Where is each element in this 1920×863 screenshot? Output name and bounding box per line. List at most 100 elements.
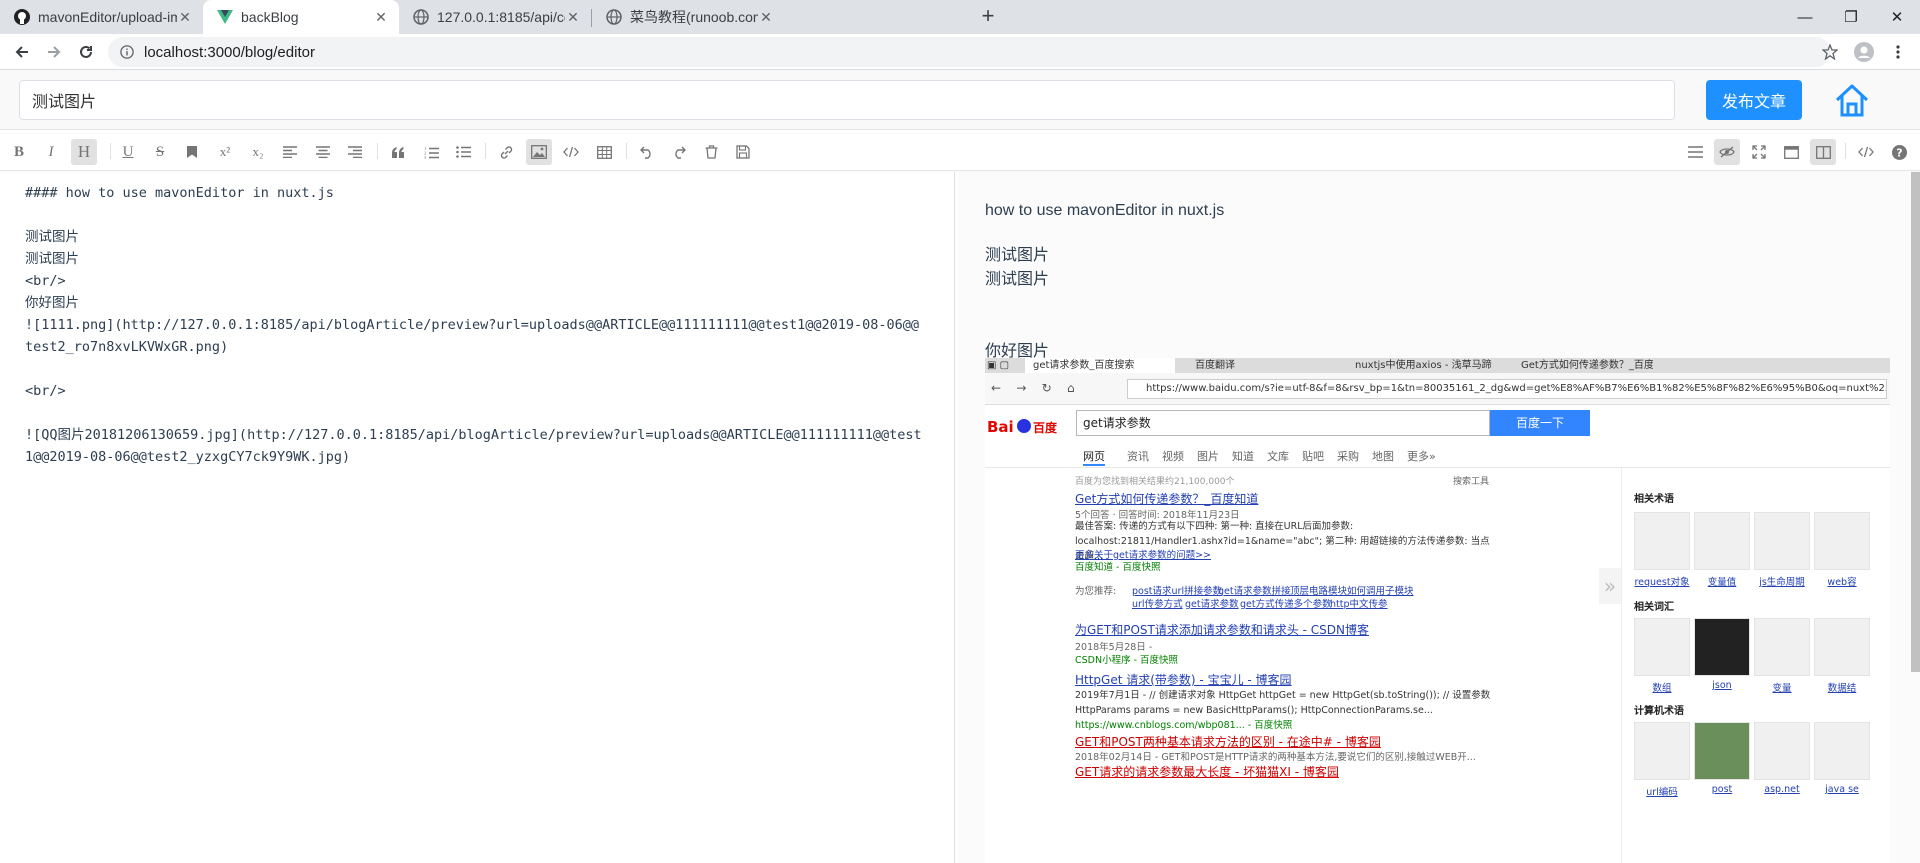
browser-tab-backblog[interactable]: backBlog ✕ xyxy=(203,0,399,34)
align-left-button[interactable] xyxy=(277,139,303,165)
publish-button[interactable]: 发布文章 xyxy=(1706,80,1802,120)
home-icon[interactable] xyxy=(1833,81,1871,119)
markdown-line[interactable]: 测试图片 xyxy=(25,248,925,270)
toolbar-divider xyxy=(485,143,486,159)
arrow-left-icon xyxy=(15,46,28,58)
superscript-button[interactable]: x² xyxy=(212,139,238,165)
markdown-line[interactable]: 测试图片 xyxy=(25,226,925,248)
arrow-right-icon xyxy=(48,46,61,58)
result-title: HttpGet 请求(带参数) - 宝宝儿 - 博客园 xyxy=(1075,673,1292,687)
close-icon[interactable]: ✕ xyxy=(373,9,389,26)
read-mode-button[interactable] xyxy=(1778,139,1804,165)
related-thumb xyxy=(1634,618,1690,676)
trash-button[interactable] xyxy=(698,139,724,165)
ordered-list-button[interactable]: 123 xyxy=(418,139,444,165)
image-url: https://www.baidu.com/s?ie=utf-8&f=8&rsv… xyxy=(1127,379,1887,399)
markdown-line[interactable]: 你好图片 xyxy=(25,292,925,314)
article-title-input[interactable] xyxy=(19,80,1675,120)
info-icon[interactable] xyxy=(120,45,134,59)
result-title: GET请求的请求参数最大长度 - 坏猫猫XI - 博客园 xyxy=(1075,765,1339,779)
minimize-button[interactable]: — xyxy=(1782,0,1828,34)
split-view-button[interactable] xyxy=(1810,139,1836,165)
markdown-line[interactable] xyxy=(25,402,925,424)
close-icon[interactable]: ✕ xyxy=(758,9,774,26)
html-code-button[interactable] xyxy=(1853,139,1879,165)
quote-button[interactable] xyxy=(385,139,411,165)
svg-text:Bai: Bai xyxy=(987,418,1014,436)
undo-button[interactable] xyxy=(634,139,660,165)
toolbar-divider xyxy=(110,143,111,159)
browser-tab-runoob[interactable]: 菜鸟教程(runoob.com) ✕ xyxy=(592,0,784,34)
fullscreen-button[interactable] xyxy=(1746,139,1772,165)
bold-button[interactable]: B xyxy=(6,139,32,165)
markdown-line[interactable] xyxy=(25,204,925,226)
close-window-button[interactable]: ✕ xyxy=(1874,0,1920,34)
preview-scrollbar[interactable] xyxy=(1911,172,1920,672)
save-button[interactable] xyxy=(730,139,756,165)
link-button[interactable] xyxy=(493,139,519,165)
result-title: Get方式如何传递参数？_百度知道 xyxy=(1075,492,1259,506)
unordered-list-icon xyxy=(455,146,471,158)
italic-button[interactable]: I xyxy=(38,139,64,165)
table-button[interactable] xyxy=(591,139,617,165)
reload-button[interactable] xyxy=(74,40,98,64)
header-button[interactable]: H xyxy=(71,139,97,165)
baidu-search-input: get请求参数 xyxy=(1076,410,1490,436)
menu-button[interactable] xyxy=(1886,40,1910,64)
reload-icon xyxy=(80,45,92,58)
markdown-line[interactable]: ![QQ图片20181206130659.jpg](http://127.0.0… xyxy=(25,424,925,468)
markdown-line[interactable]: ![1111.png](http://127.0.0.1:8185/api/bl… xyxy=(25,314,925,358)
image-button[interactable] xyxy=(526,139,552,165)
maximize-button[interactable]: ❐ xyxy=(1828,0,1874,34)
quote-icon xyxy=(392,146,404,158)
tab-title: 菜鸟教程(runoob.com) xyxy=(630,9,758,25)
forward-button[interactable] xyxy=(42,40,66,64)
related-caption: web容 xyxy=(1827,577,1857,588)
related-thumb xyxy=(1814,618,1870,676)
bookmark-star-button[interactable] xyxy=(1818,40,1842,64)
close-icon[interactable]: ✕ xyxy=(177,9,193,26)
back-button[interactable] xyxy=(10,40,34,64)
unordered-list-button[interactable] xyxy=(450,139,476,165)
toggle-preview-button[interactable] xyxy=(1714,139,1740,165)
strikethrough-button[interactable]: S xyxy=(147,139,173,165)
mark-button[interactable] xyxy=(179,139,205,165)
image-icon xyxy=(531,145,547,159)
baidu-nav: 网页 资讯 视频 图片 知道 文库 贴吧 采购 地图 更多» xyxy=(985,442,1890,468)
align-right-button[interactable] xyxy=(342,139,368,165)
align-center-button[interactable] xyxy=(310,139,336,165)
related-caption: 数据结 xyxy=(1827,683,1857,694)
related-thumb xyxy=(1814,512,1870,570)
close-icon[interactable]: ✕ xyxy=(565,9,581,26)
tab-title: 127.0.0.1:8185/api/cert/suppPl xyxy=(437,9,565,25)
markdown-line[interactable]: #### how to use mavonEditor in nuxt.js xyxy=(25,182,925,204)
markdown-line[interactable]: <br/> xyxy=(25,270,925,292)
baidu-nav-item: 文库 xyxy=(1267,450,1289,463)
preview-paragraph: 测试图片 xyxy=(985,247,1050,264)
image-tab: nuxtjs中使用axios - 浅草马蹄 xyxy=(1355,360,1492,371)
new-tab-button[interactable]: + xyxy=(976,5,1000,29)
window-icon xyxy=(1783,145,1799,159)
navigation-button[interactable] xyxy=(1682,139,1708,165)
help-button[interactable]: ? xyxy=(1886,139,1912,165)
browser-tab-github[interactable]: mavonEditor/upload-images.md ✕ xyxy=(0,0,203,34)
tab-title: backBlog xyxy=(241,9,299,25)
markdown-line[interactable] xyxy=(25,358,925,380)
code-button[interactable] xyxy=(558,139,584,165)
result-source: https://www.cnblogs.com/wbp081... - 百度快照 xyxy=(1075,720,1293,731)
underline-button[interactable]: U xyxy=(115,139,141,165)
related-heading: 相关词汇 xyxy=(1634,602,1674,613)
redo-button[interactable] xyxy=(666,139,692,165)
profile-button[interactable] xyxy=(1852,40,1876,64)
subscript-button[interactable]: x₂ xyxy=(245,139,271,165)
svg-text:百度: 百度 xyxy=(1033,420,1058,435)
url-field[interactable]: localhost:3000/blog/editor xyxy=(108,37,1831,67)
vue-icon xyxy=(217,10,233,24)
markdown-edit-pane[interactable]: #### how to use mavonEditor in nuxt.js 测… xyxy=(0,172,955,863)
markdown-line[interactable]: <br/> xyxy=(25,380,925,402)
browser-tab-api[interactable]: 127.0.0.1:8185/api/cert/suppPl ✕ xyxy=(399,0,591,34)
align-left-icon xyxy=(283,146,297,158)
markdown-textarea[interactable]: #### how to use mavonEditor in nuxt.js 测… xyxy=(25,182,925,468)
chevron-right-icon: » xyxy=(1599,568,1621,604)
baidu-nav-item: 网页 xyxy=(1083,448,1105,466)
